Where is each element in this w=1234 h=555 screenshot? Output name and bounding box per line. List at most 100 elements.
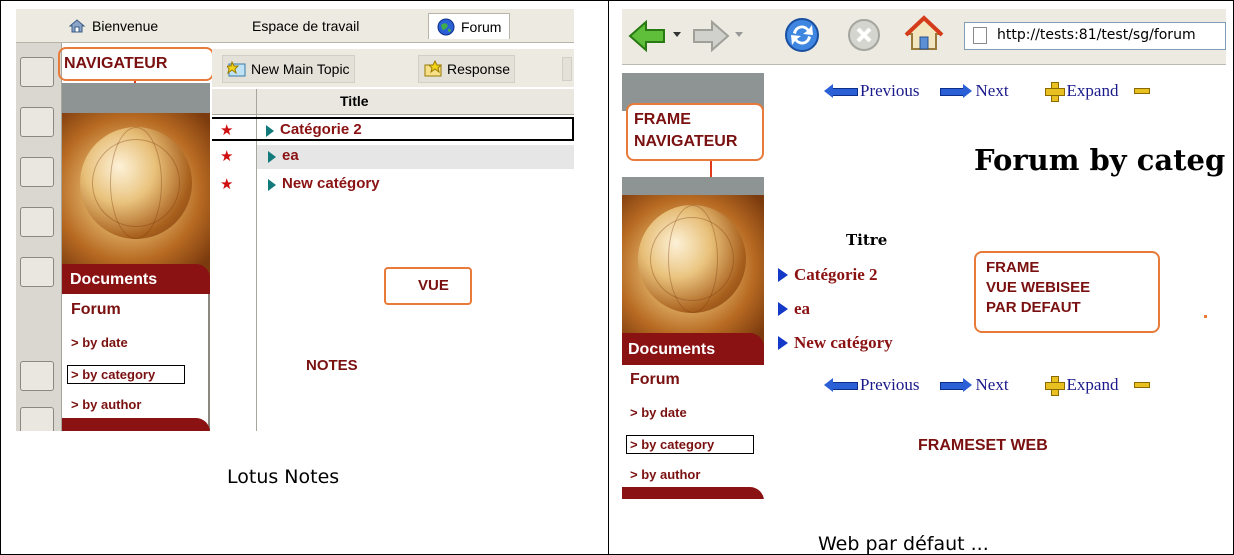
previous-link[interactable]: Previous <box>860 81 920 101</box>
globe-meridian <box>110 127 162 239</box>
page-heading: Forum by categ <box>974 143 1226 177</box>
navigator-gray-band <box>62 83 210 113</box>
new-main-topic-button[interactable]: New Main Topic <box>222 55 355 83</box>
nav-forum[interactable]: Forum <box>630 371 680 389</box>
frameset-web-label: FRAMESET WEB <box>918 437 1048 454</box>
expand-twistie-icon[interactable] <box>778 336 788 350</box>
notes-action-bar: New Main Topic Response <box>212 49 574 87</box>
table-row[interactable]: New catégory <box>778 333 893 353</box>
navigator-callout <box>58 47 214 81</box>
notes-label: NOTES <box>306 357 358 374</box>
nav-by-date[interactable]: > by date <box>630 405 687 420</box>
table-row[interactable]: ★ ea <box>212 145 574 169</box>
lotus-notes-screenshot: Bienvenue Espace de travail Forum NAVIGA… <box>16 9 574 431</box>
stop-icon[interactable] <box>846 17 882 53</box>
frame-label: FRAME <box>634 111 691 128</box>
expand-twistie-icon[interactable] <box>778 268 788 282</box>
next-link[interactable]: Next <box>976 375 1009 395</box>
forward-arrow-icon[interactable] <box>690 19 730 53</box>
web-caption: Web par défaut ... <box>818 533 989 555</box>
previous-link[interactable]: Previous <box>860 375 920 395</box>
refresh-icon[interactable] <box>782 15 822 55</box>
toolbar-overflow-button[interactable] <box>562 57 572 81</box>
next-arrow-icon[interactable] <box>939 378 972 392</box>
replicator-icon[interactable] <box>20 257 54 287</box>
response-icon <box>423 59 443 78</box>
navigator-bottom-band <box>622 487 764 499</box>
navigateur-label: NAVIGATEUR <box>634 133 738 150</box>
next-arrow-icon[interactable] <box>939 84 972 98</box>
frame-vue-line-1: FRAME <box>986 259 1040 276</box>
globe-icon <box>437 18 455 36</box>
tab-bienvenue[interactable]: Bienvenue <box>68 13 158 39</box>
notes-navigator: NAVIGATEUR Documents Forum > by date > b… <box>58 43 214 431</box>
tab-label: Forum <box>461 18 502 35</box>
table-row[interactable]: ★ Catégorie 2 <box>212 117 574 141</box>
table-row[interactable]: ea <box>778 299 810 319</box>
expand-twistie-icon[interactable] <box>268 179 276 191</box>
home-icon[interactable] <box>904 15 944 53</box>
address-url: http://tests:81/test/sg/forum <box>997 27 1196 43</box>
expand-plus-icon[interactable] <box>1044 376 1065 396</box>
expand-link[interactable]: Expand <box>1067 81 1119 101</box>
response-label: Response <box>447 61 511 77</box>
table-row[interactable]: Catégorie 2 <box>778 265 878 285</box>
documents-band[interactable]: Documents <box>622 333 764 365</box>
expand-twistie-icon[interactable] <box>266 125 274 137</box>
expand-link[interactable]: Expand <box>1067 375 1119 395</box>
table-row[interactable]: ★ New catégory <box>212 173 574 197</box>
expand-twistie-icon[interactable] <box>268 151 276 163</box>
home-icon <box>68 17 86 35</box>
frame-vue-line-3: PAR DEFAUT <box>986 299 1081 316</box>
collapse-minus-icon[interactable] <box>1134 382 1151 388</box>
documents-label: Documents <box>628 341 716 358</box>
databases-icon[interactable] <box>20 407 54 431</box>
nav-by-category[interactable]: > by category <box>626 435 754 454</box>
orange-dot <box>1204 315 1207 318</box>
category-label: Catégorie 2 <box>280 121 362 138</box>
expand-plus-icon[interactable] <box>1044 82 1065 102</box>
tab-espace-de-travail[interactable]: Espace de travail <box>252 13 359 39</box>
bottom-pager: Previous Next Expand <box>824 375 1151 396</box>
tab-label: Bienvenue <box>92 18 159 34</box>
mail-icon[interactable] <box>20 57 54 87</box>
unread-star-icon: ★ <box>220 121 234 139</box>
column-title: Title <box>340 93 369 109</box>
navigator-bottom-band <box>62 418 210 431</box>
nav-by-author[interactable]: > by author <box>630 467 700 482</box>
address-bar[interactable]: http://tests:81/test/sg/forum <box>964 22 1226 50</box>
back-arrow-icon[interactable] <box>628 19 668 53</box>
todo-icon[interactable] <box>20 157 54 187</box>
documents-label: Documents <box>70 271 158 288</box>
next-link[interactable]: Next <box>976 81 1009 101</box>
forward-dropdown-icon[interactable] <box>734 29 744 39</box>
nav-by-category[interactable]: > by category <box>67 365 185 384</box>
collapse-minus-icon[interactable] <box>1134 88 1151 94</box>
favorites-icon[interactable] <box>20 361 54 391</box>
nav-by-date[interactable]: > by date <box>71 335 128 350</box>
globe-image <box>62 113 210 283</box>
vue-label: VUE <box>418 277 449 294</box>
documents-band[interactable]: Documents <box>62 264 210 294</box>
response-button[interactable]: Response <box>418 55 516 83</box>
tab-forum[interactable]: Forum <box>428 13 511 39</box>
lotus-notes-caption: Lotus Notes <box>227 466 340 488</box>
category-label: New catégory <box>794 333 893 352</box>
page-icon <box>973 27 987 44</box>
back-dropdown-icon[interactable] <box>672 29 682 39</box>
tab-label: Espace de travail <box>252 18 360 34</box>
top-pager: Previous Next Expand <box>824 81 1151 102</box>
previous-arrow-icon[interactable] <box>824 84 858 98</box>
row-highlight <box>257 145 574 169</box>
category-label: Catégorie 2 <box>794 265 878 284</box>
nav-forum[interactable]: Forum <box>71 301 121 319</box>
new-topic-icon <box>226 60 247 78</box>
navigator-gray-band-2 <box>622 177 764 195</box>
expand-twistie-icon[interactable] <box>778 302 788 316</box>
view-column-header[interactable]: Title <box>212 89 574 115</box>
contacts-icon[interactable] <box>20 207 54 237</box>
calendar-icon[interactable] <box>20 107 54 137</box>
nav-by-author[interactable]: > by author <box>71 397 141 412</box>
previous-arrow-icon[interactable] <box>824 378 858 392</box>
web-navigator-frame: FRAME NAVIGATEUR Documents Forum > by da… <box>622 65 764 499</box>
